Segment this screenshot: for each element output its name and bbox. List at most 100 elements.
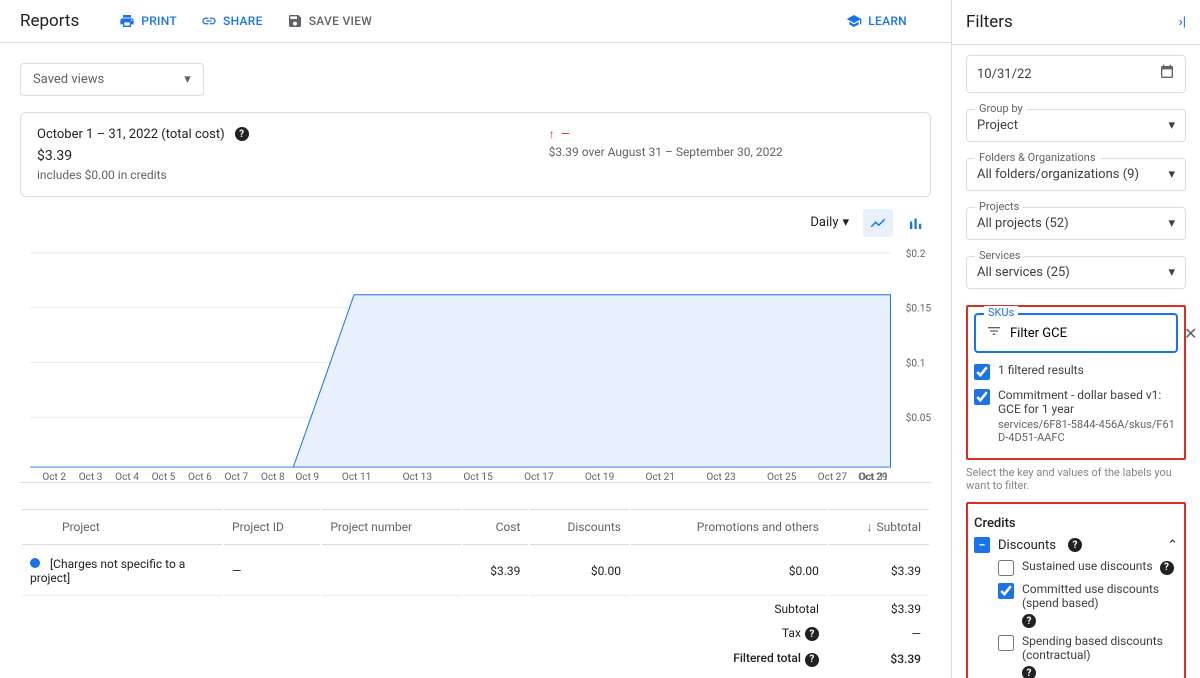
svg-text:Oct 25: Oct 25 [767, 472, 797, 482]
summary-credits: includes $0.00 in credits [37, 168, 249, 182]
svg-text:Oct 31: Oct 31 [859, 472, 888, 482]
svg-text:Oct 7: Oct 7 [224, 472, 248, 482]
chevron-down-icon: ▾ [1168, 118, 1175, 133]
summary-period: October 1 – 31, 2022 (total cost) [37, 127, 225, 142]
svg-text:Oct 6: Oct 6 [188, 472, 212, 482]
svg-text:$0.05: $0.05 [906, 411, 931, 424]
cost-table: Project Project ID Project number Cost D… [20, 507, 931, 673]
chevron-down-icon: ▾ [1168, 167, 1175, 182]
sku-item-checkbox[interactable] [974, 389, 990, 405]
spending-checkbox[interactable] [998, 635, 1014, 651]
spending-row[interactable]: Spending based discounts (contractual)? [998, 634, 1178, 678]
summary-cost: $3.39 [37, 148, 249, 164]
sku-search-input[interactable] [1010, 326, 1176, 341]
credits-title: Credits [974, 516, 1178, 531]
credits-highlight-box: Credits − Discounts ? ⌃ Sustained use di… [966, 502, 1186, 678]
sort-down-icon: ↓ [866, 520, 872, 534]
learn-button[interactable]: LEARN [846, 13, 907, 29]
table-row[interactable]: [Charges not specific to a project] — $3… [22, 547, 929, 596]
label-hint: Select the key and values of the labels … [966, 466, 1186, 492]
share-button[interactable]: SHARE [201, 13, 263, 29]
calendar-icon [1159, 64, 1175, 84]
clear-icon[interactable]: ✕ [1184, 324, 1197, 343]
help-icon[interactable]: ? [1022, 614, 1036, 628]
page-title: Reports [20, 11, 79, 31]
svg-text:Oct 21: Oct 21 [646, 472, 675, 482]
col-project[interactable]: Project [22, 509, 222, 545]
sku-item-row[interactable]: Commitment - dollar based v1: GCE for 1 … [974, 388, 1178, 444]
subtotal-label: Subtotal [631, 598, 827, 620]
col-project-id[interactable]: Project ID [224, 509, 320, 545]
filter-icon [986, 323, 1002, 343]
save-view-button[interactable]: SAVE VIEW [287, 13, 372, 29]
projects-field[interactable]: Projects All projects (52) ▾ [966, 207, 1186, 240]
folders-field[interactable]: Folders & Organizations All folders/orga… [966, 158, 1186, 191]
col-cost[interactable]: Cost [463, 509, 528, 545]
link-icon [201, 13, 217, 29]
date-to-field[interactable]: 10/31/22 [966, 55, 1186, 93]
learn-icon [846, 13, 862, 29]
svg-text:Oct 5: Oct 5 [152, 472, 176, 482]
subtotal-value: $3.39 [829, 598, 929, 620]
help-icon[interactable]: ? [1022, 666, 1036, 678]
trend-text: $3.39 over August 31 – September 30, 202… [549, 145, 783, 159]
filtered-total-value: $3.39 [829, 647, 929, 671]
chevron-down-icon: ▾ [184, 72, 191, 87]
save-icon [287, 13, 303, 29]
line-chart-button[interactable] [863, 209, 893, 237]
help-icon[interactable]: ? [1160, 561, 1174, 575]
discounts-toggle[interactable]: − Discounts ? ⌃ [974, 537, 1178, 553]
granularity-dropdown[interactable]: Daily ▾ [804, 211, 855, 234]
filtered-results-row[interactable]: 1 filtered results [974, 363, 1178, 380]
sustained-row[interactable]: Sustained use discounts ? [998, 559, 1178, 576]
saved-views-dropdown[interactable]: Saved views ▾ [20, 63, 204, 96]
chevron-down-icon: ▾ [1168, 265, 1175, 280]
tax-label: Tax [782, 626, 801, 640]
svg-text:Oct 11: Oct 11 [342, 472, 371, 482]
chevron-down-icon: ▾ [842, 215, 849, 230]
svg-text:Oct 13: Oct 13 [403, 472, 432, 482]
indeterminate-checkbox[interactable]: − [974, 537, 990, 553]
svg-text:$0.2: $0.2 [906, 247, 926, 260]
committed-checkbox[interactable] [998, 583, 1014, 599]
filtered-total-label: Filtered total [733, 651, 801, 665]
services-field[interactable]: Services All services (25) ▾ [966, 256, 1186, 289]
help-icon[interactable]: ? [805, 653, 819, 667]
svg-text:$0.15: $0.15 [906, 302, 931, 315]
col-project-number[interactable]: Project number [322, 509, 461, 545]
chevron-up-icon[interactable]: ⌃ [1167, 538, 1178, 553]
print-icon [119, 13, 135, 29]
trend-up-icon: ↑ [549, 127, 555, 141]
committed-row[interactable]: Committed use discounts (spend based)? [998, 582, 1178, 628]
cost-chart: $0.2 $0.15 $0.1 $0.05 Oct 2 Oct 3 Oct 4 … [20, 243, 931, 483]
filters-title: Filters [966, 12, 1013, 32]
help-icon[interactable]: ? [235, 127, 249, 141]
trend-symbol: — [561, 127, 570, 141]
collapse-icon[interactable]: ›| [1179, 15, 1186, 30]
filtered-results-checkbox[interactable] [974, 364, 990, 380]
svg-text:Oct 2: Oct 2 [42, 472, 66, 482]
tax-value: — [829, 622, 929, 646]
series-dot [30, 558, 40, 568]
help-icon[interactable]: ? [805, 627, 819, 641]
summary-card: October 1 – 31, 2022 (total cost) ? $3.3… [20, 112, 931, 197]
svg-text:Oct 4: Oct 4 [115, 472, 139, 482]
col-promotions[interactable]: Promotions and others [631, 509, 827, 545]
svg-text:Oct 23: Oct 23 [706, 472, 735, 482]
svg-text:Oct 9: Oct 9 [295, 472, 319, 482]
sustained-checkbox[interactable] [998, 560, 1014, 576]
chevron-down-icon: ▾ [1168, 216, 1175, 231]
svg-text:Oct 8: Oct 8 [261, 472, 285, 482]
svg-text:Oct 27: Oct 27 [818, 472, 848, 482]
col-subtotal[interactable]: ↓Subtotal [829, 509, 929, 545]
svg-text:Oct 15: Oct 15 [463, 472, 493, 482]
bar-chart-button[interactable] [901, 209, 931, 237]
svg-text:$0.1: $0.1 [906, 357, 926, 370]
col-discounts[interactable]: Discounts [530, 509, 629, 545]
skus-filter-input[interactable]: SKUs ✕ [974, 313, 1178, 353]
print-button[interactable]: PRINT [119, 13, 177, 29]
help-icon[interactable]: ? [1068, 538, 1082, 552]
group-by-field[interactable]: Group by Project ▾ [966, 109, 1186, 142]
skus-highlight-box: SKUs ✕ 1 filtered results Commitment - d… [966, 305, 1186, 460]
svg-text:Oct 19: Oct 19 [585, 472, 614, 482]
